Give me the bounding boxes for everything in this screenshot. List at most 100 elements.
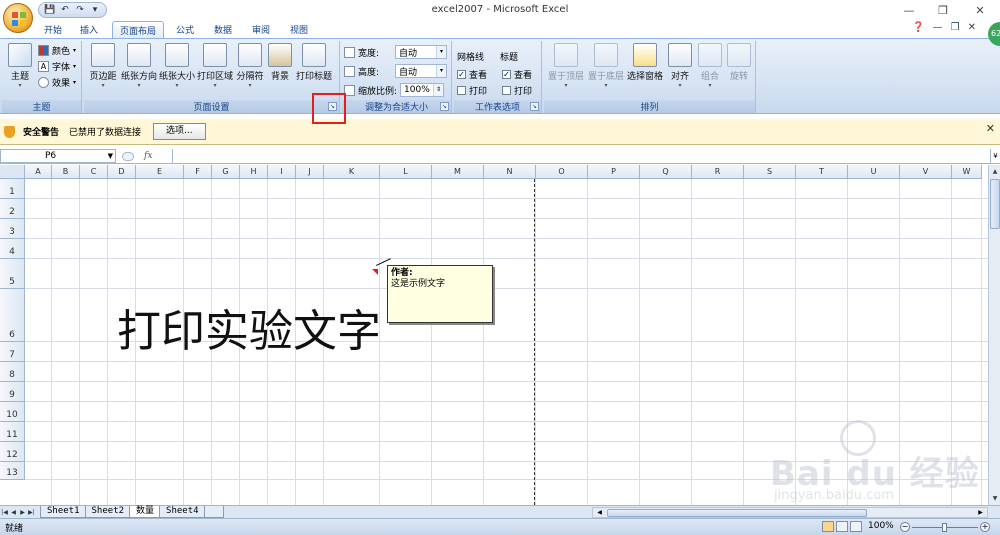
vertical-scroll-thumb[interactable] bbox=[990, 179, 1000, 229]
column-header[interactable]: R bbox=[692, 165, 744, 179]
workbook-close-button[interactable]: ✕ bbox=[968, 22, 976, 33]
prev-sheet-icon[interactable]: ◀ bbox=[9, 509, 18, 516]
bring-to-front-button[interactable]: 置于顶层 ▾ bbox=[546, 43, 586, 89]
scroll-right-icon[interactable]: ▶ bbox=[975, 508, 986, 517]
row-header[interactable]: 2 bbox=[0, 199, 25, 219]
column-header[interactable]: A bbox=[25, 165, 52, 179]
row-header[interactable]: 13 bbox=[0, 462, 25, 480]
expand-formula-bar-icon[interactable]: ¥ bbox=[990, 149, 1000, 163]
normal-view-icon[interactable] bbox=[822, 521, 834, 532]
column-header[interactable]: O bbox=[536, 165, 588, 179]
breaks-button[interactable]: 分隔符 ▾ bbox=[234, 43, 266, 89]
margins-button[interactable]: 页边距 ▾ bbox=[86, 43, 120, 89]
rotate-button[interactable]: 旋转 bbox=[726, 43, 752, 82]
height-select[interactable]: 自动 ▾ bbox=[395, 64, 447, 78]
tab-view[interactable]: 视图 bbox=[284, 21, 314, 38]
cell-text[interactable]: 打印实验文字 bbox=[117, 307, 381, 357]
horizontal-scrollbar[interactable]: ◀ ▶ bbox=[592, 507, 988, 518]
gridlines-view-option[interactable]: ✓ 查看 bbox=[457, 68, 487, 81]
checkbox-icon[interactable] bbox=[457, 86, 466, 95]
workbook-restore-button[interactable]: ❐ bbox=[951, 22, 960, 33]
column-header[interactable]: T bbox=[796, 165, 848, 179]
scroll-left-icon[interactable]: ◀ bbox=[594, 508, 605, 517]
office-button[interactable] bbox=[3, 3, 33, 33]
checkbox-icon[interactable] bbox=[502, 86, 511, 95]
tab-page-layout[interactable]: 页面布局 bbox=[112, 21, 164, 38]
column-header[interactable]: I bbox=[268, 165, 296, 179]
column-header[interactable]: J bbox=[296, 165, 324, 179]
column-header[interactable]: V bbox=[900, 165, 952, 179]
scale-dialog-launcher[interactable]: ↘ bbox=[440, 102, 449, 111]
column-header[interactable]: N bbox=[484, 165, 536, 179]
headings-print-option[interactable]: 打印 bbox=[502, 84, 532, 97]
zoom-in-icon[interactable]: + bbox=[980, 522, 990, 532]
page-break-preview-icon[interactable] bbox=[850, 521, 862, 532]
sheet-options-dialog-launcher[interactable]: ↘ bbox=[530, 102, 539, 111]
row-header[interactable]: 4 bbox=[0, 239, 25, 259]
row-header[interactable]: 9 bbox=[0, 382, 25, 402]
column-header[interactable]: P bbox=[588, 165, 640, 179]
insert-sheet-icon[interactable] bbox=[203, 506, 224, 518]
zoom-slider[interactable]: − + bbox=[900, 522, 990, 533]
tab-data[interactable]: 数据 bbox=[208, 21, 238, 38]
zoom-knob[interactable] bbox=[942, 523, 947, 532]
close-icon[interactable]: ✕ bbox=[986, 122, 995, 135]
row-header[interactable]: 6 bbox=[0, 289, 25, 342]
tab-insert[interactable]: 插入 bbox=[74, 21, 104, 38]
chevron-down-icon[interactable]: ▼ bbox=[108, 150, 113, 162]
zoom-level[interactable]: 100% bbox=[868, 521, 894, 531]
tab-review[interactable]: 审阅 bbox=[246, 21, 276, 38]
name-box[interactable]: P6 ▼ bbox=[0, 149, 116, 163]
scroll-up-icon[interactable]: ▲ bbox=[989, 165, 1000, 178]
orientation-button[interactable]: 纸张方向 ▾ bbox=[120, 43, 158, 89]
last-sheet-icon[interactable]: ▶| bbox=[27, 509, 36, 516]
send-to-back-button[interactable]: 置于底层 ▾ bbox=[586, 43, 626, 89]
themes-button[interactable]: 主题 ▾ bbox=[6, 43, 34, 89]
row-header[interactable]: 8 bbox=[0, 362, 25, 382]
theme-effects-button[interactable]: 效果 ▾ bbox=[38, 76, 76, 89]
next-sheet-icon[interactable]: ▶ bbox=[18, 509, 27, 516]
sheet-tab-sheet2[interactable]: Sheet2 bbox=[84, 506, 132, 518]
column-header[interactable]: H bbox=[240, 165, 268, 179]
column-header[interactable]: E bbox=[136, 165, 184, 179]
security-options-button[interactable]: 选项... bbox=[153, 123, 206, 140]
insert-function-icon[interactable]: fx bbox=[144, 151, 152, 161]
column-header[interactable]: S bbox=[744, 165, 796, 179]
selection-pane-button[interactable]: 选择窗格 bbox=[626, 43, 664, 82]
cell-comment[interactable]: 作者: 这是示例文字 bbox=[387, 265, 493, 323]
column-header[interactable]: C bbox=[80, 165, 108, 179]
row-header[interactable]: 3 bbox=[0, 219, 25, 239]
select-all-corner[interactable] bbox=[0, 165, 25, 179]
row-header[interactable]: 11 bbox=[0, 422, 25, 442]
theme-fonts-button[interactable]: A 字体 ▾ bbox=[38, 60, 76, 73]
first-sheet-icon[interactable]: |◀ bbox=[0, 509, 9, 516]
zoom-out-icon[interactable]: − bbox=[900, 522, 910, 532]
restore-button[interactable]: ❐ bbox=[926, 0, 960, 20]
row-header[interactable]: 10 bbox=[0, 402, 25, 422]
print-area-button[interactable]: 打印区域 ▾ bbox=[196, 43, 234, 89]
headings-view-option[interactable]: ✓ 查看 bbox=[502, 68, 532, 81]
sheet-tab-sheet1[interactable]: Sheet1 bbox=[40, 506, 87, 518]
formula-input[interactable] bbox=[172, 149, 990, 163]
print-titles-button[interactable]: 打印标题 bbox=[294, 43, 334, 82]
column-header[interactable]: L bbox=[380, 165, 432, 179]
scroll-down-icon[interactable]: ▼ bbox=[989, 492, 1000, 505]
sheet-tab-sheet4[interactable]: Sheet4 bbox=[159, 506, 206, 518]
page-layout-view-icon[interactable] bbox=[836, 521, 848, 532]
row-header[interactable]: 1 bbox=[0, 179, 25, 199]
minimize-button[interactable]: — bbox=[892, 0, 926, 20]
column-header[interactable]: B bbox=[52, 165, 80, 179]
help-icon[interactable]: ❓ bbox=[912, 22, 924, 33]
column-header[interactable]: W bbox=[952, 165, 982, 179]
column-header[interactable]: G bbox=[212, 165, 240, 179]
row-header[interactable]: 5 bbox=[0, 259, 25, 289]
width-select[interactable]: 自动 ▾ bbox=[395, 45, 447, 59]
close-button[interactable]: ✕ bbox=[960, 0, 1000, 20]
tab-formulas[interactable]: 公式 bbox=[170, 21, 200, 38]
checkbox-checked-icon[interactable]: ✓ bbox=[457, 70, 466, 79]
row-header[interactable]: 7 bbox=[0, 342, 25, 362]
align-button[interactable]: 对齐 ▾ bbox=[666, 43, 694, 89]
checkbox-checked-icon[interactable]: ✓ bbox=[502, 70, 511, 79]
tab-home[interactable]: 开始 bbox=[38, 21, 68, 38]
workbook-minimize-button[interactable]: — bbox=[933, 22, 943, 33]
